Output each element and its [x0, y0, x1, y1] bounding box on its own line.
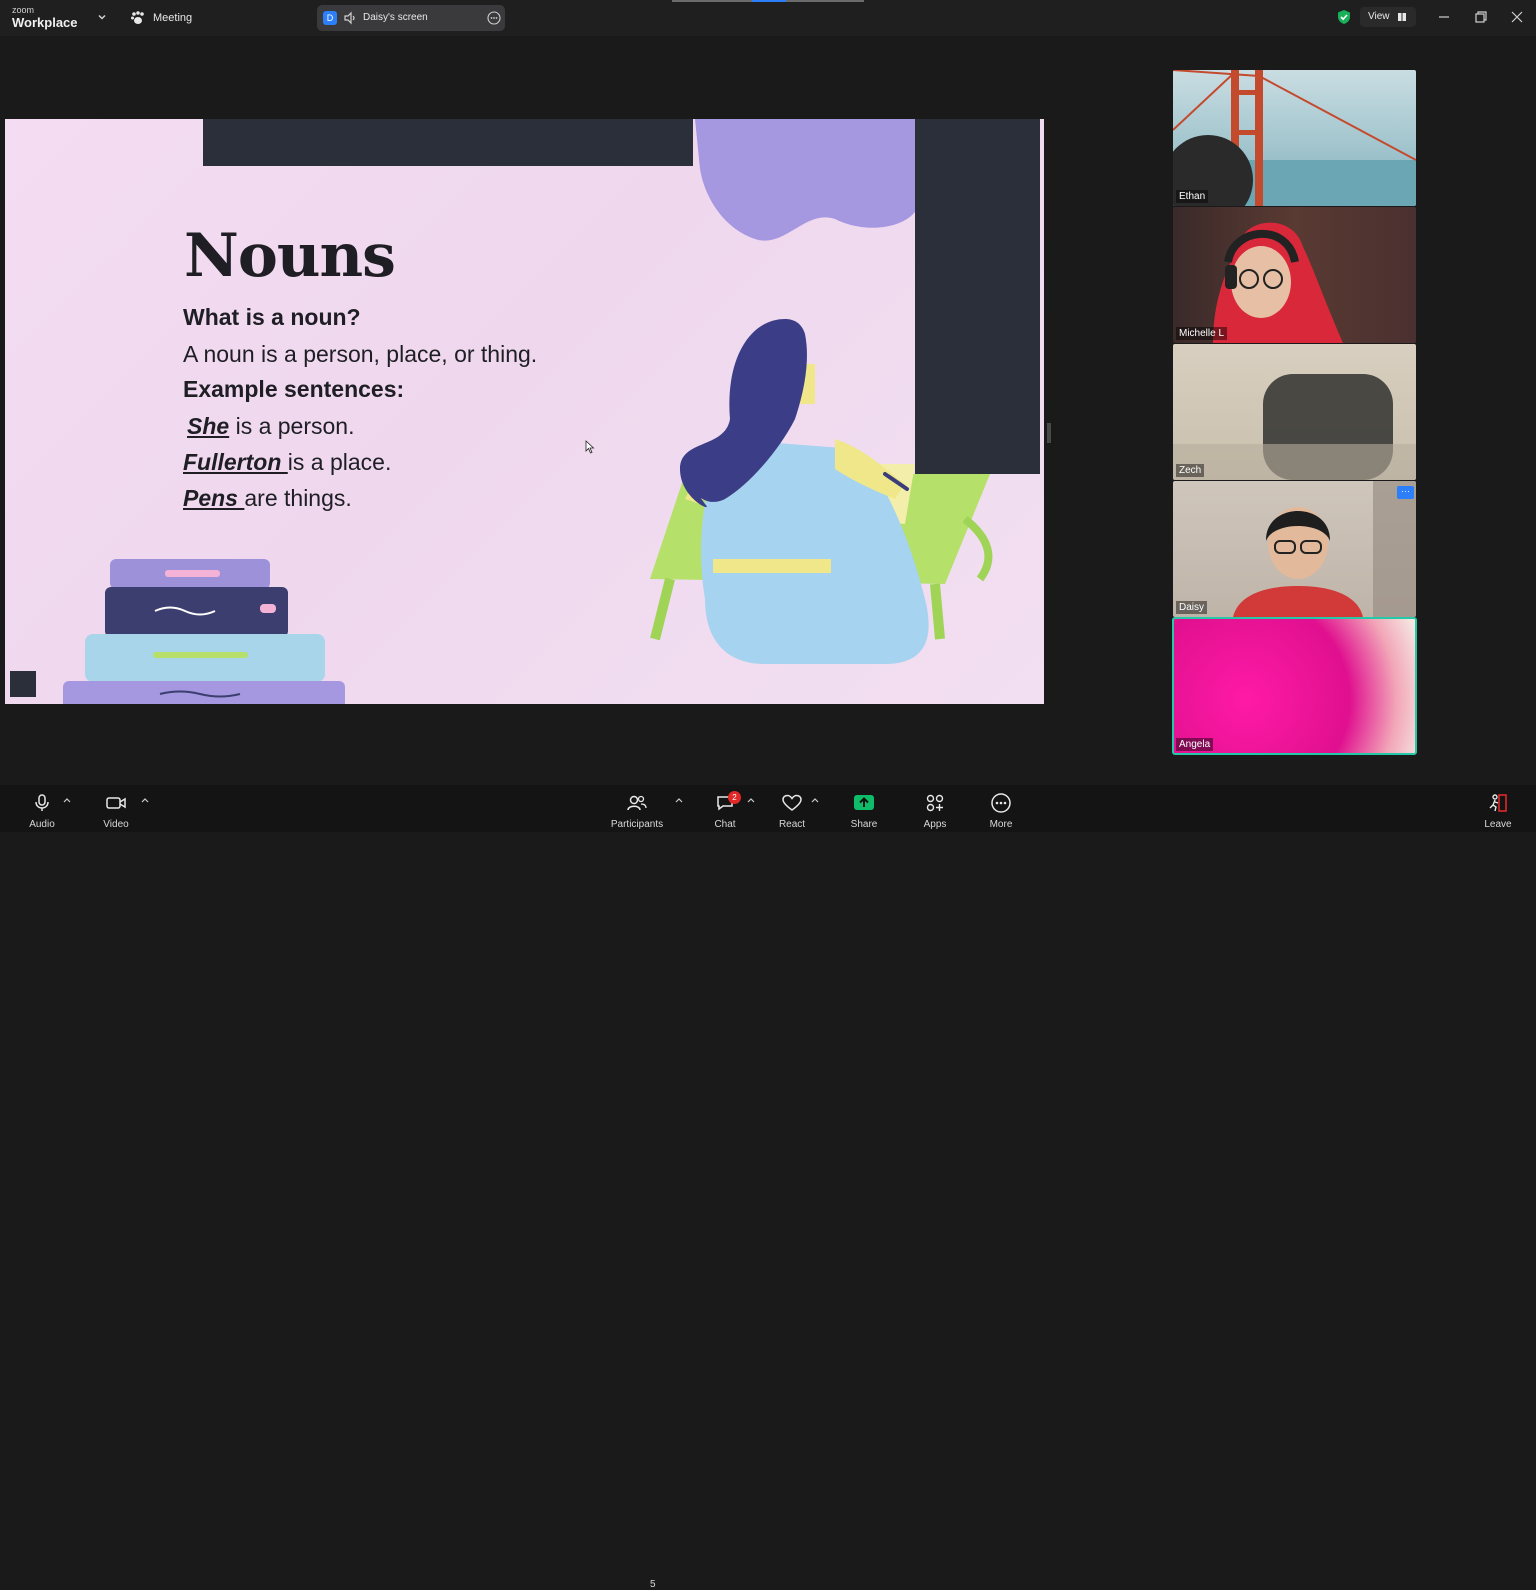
- video-feed-zech: [1173, 374, 1416, 480]
- meeting-info-button[interactable]: Meeting: [130, 9, 192, 27]
- video-feed-michelle: [1213, 222, 1343, 343]
- apps-icon: [926, 794, 944, 812]
- example-noun: Pens: [183, 485, 245, 511]
- restore-icon[interactable]: [1472, 8, 1490, 26]
- tile-menu-icon[interactable]: ···: [1397, 486, 1414, 499]
- participant-name: Zech: [1176, 464, 1205, 477]
- leave-icon: [1489, 794, 1507, 812]
- participant-name: Ethan: [1176, 190, 1209, 203]
- participants-count: 5: [650, 1579, 656, 1590]
- video-camera-icon: [106, 797, 126, 809]
- chevron-up-icon[interactable]: [675, 797, 683, 803]
- participant-name: Angela: [1176, 738, 1214, 751]
- slide-title: Nouns: [184, 221, 396, 291]
- speaker-icon: [344, 11, 355, 25]
- more-options-icon[interactable]: [487, 11, 501, 25]
- share-label: Daisy's screen: [363, 12, 428, 23]
- audio-button[interactable]: Audio: [12, 789, 72, 830]
- participant-name: Daisy: [1176, 601, 1208, 614]
- react-button[interactable]: React: [762, 789, 822, 830]
- react-label: React: [778, 819, 806, 830]
- view-button[interactable]: View: [1360, 7, 1416, 27]
- paw-icon: [131, 11, 144, 24]
- slide-example: Pens are things.: [183, 485, 352, 512]
- more-button[interactable]: More: [971, 789, 1031, 830]
- meeting-label: Meeting: [153, 12, 193, 24]
- more-dots-icon: [991, 793, 1011, 813]
- video-tile[interactable]: ··· Daisy: [1173, 481, 1416, 617]
- participants-icon: [627, 795, 647, 811]
- video-tile[interactable]: Michelle L: [1173, 207, 1416, 343]
- meeting-toolbar: Audio Video Participants 5 Chat React Sh…: [0, 785, 1536, 1590]
- audio-label: Audio: [29, 819, 55, 830]
- example-rest: is a person.: [229, 413, 355, 439]
- example-rest: is a place.: [287, 449, 392, 475]
- slide-examples-heading: Example sentences:: [183, 376, 405, 402]
- chevron-up-icon[interactable]: [63, 797, 71, 803]
- slide-definition: A noun is a person, place, or thing.: [183, 341, 538, 367]
- chevron-up-icon[interactable]: [141, 797, 149, 803]
- microphone-icon: [35, 794, 49, 811]
- participants-button[interactable]: Participants: [607, 789, 667, 830]
- security-shield-icon[interactable]: [1336, 9, 1352, 25]
- apps-button[interactable]: Apps: [905, 789, 965, 830]
- video-tile[interactable]: Zech: [1173, 344, 1416, 480]
- example-noun: She: [187, 413, 230, 439]
- chat-label: Chat: [714, 819, 736, 830]
- brand-name: Workplace: [12, 15, 78, 30]
- chat-unread-badge: 2: [728, 791, 741, 804]
- participants-label: Participants: [610, 819, 664, 830]
- resize-handle[interactable]: [1047, 423, 1051, 443]
- grid-view-icon: [1398, 13, 1406, 21]
- participant-name: Michelle L: [1176, 327, 1228, 340]
- chat-button[interactable]: Chat: [695, 789, 755, 830]
- view-label: View: [1368, 11, 1390, 22]
- video-button[interactable]: Video: [86, 789, 146, 830]
- screen-share-indicator[interactable]: D Daisy's screen: [317, 5, 505, 31]
- apps-label: Apps: [923, 819, 947, 830]
- sharer-avatar: D: [323, 11, 337, 25]
- title-bar: zoom Workplace Meeting D Daisy's screen …: [0, 0, 1536, 36]
- video-feed-ethan: [1173, 70, 1416, 206]
- top-indicator-active: [752, 0, 786, 2]
- video-label: Video: [103, 819, 129, 830]
- share-screen-button[interactable]: Share: [834, 789, 894, 830]
- slide-question: What is a noun?: [183, 304, 361, 330]
- leave-button[interactable]: Leave: [1468, 789, 1528, 830]
- video-tile[interactable]: Ethan: [1173, 70, 1416, 206]
- brand-small: zoom: [12, 5, 35, 15]
- top-indicator: [672, 0, 752, 2]
- mouse-cursor-icon: [585, 440, 595, 454]
- leave-label: Leave: [1484, 819, 1512, 830]
- heart-icon: [782, 794, 802, 811]
- share-label: Share: [850, 819, 878, 830]
- video-feed-daisy: [1233, 481, 1416, 617]
- slide-illustration: [10, 119, 1040, 704]
- share-arrow-icon: [854, 795, 874, 810]
- chevron-up-icon[interactable]: [747, 797, 755, 803]
- zoom-workplace-logo[interactable]: zoom Workplace: [12, 5, 92, 31]
- slide-example: She is a person.: [187, 413, 354, 440]
- example-rest: are things.: [244, 485, 352, 511]
- more-label: More: [989, 819, 1013, 830]
- close-icon[interactable]: [1508, 8, 1526, 26]
- chevron-down-icon[interactable]: [96, 11, 108, 23]
- example-noun: Fullerton: [183, 449, 288, 475]
- video-tile-active-speaker[interactable]: Angela: [1172, 617, 1417, 755]
- chevron-up-icon[interactable]: [811, 797, 819, 803]
- minimize-icon[interactable]: [1435, 8, 1453, 26]
- shared-screen-slide[interactable]: Nouns What is a noun? A noun is a person…: [5, 119, 1044, 704]
- top-indicator: [786, 0, 864, 2]
- slide-example: Fullerton is a place.: [183, 449, 391, 476]
